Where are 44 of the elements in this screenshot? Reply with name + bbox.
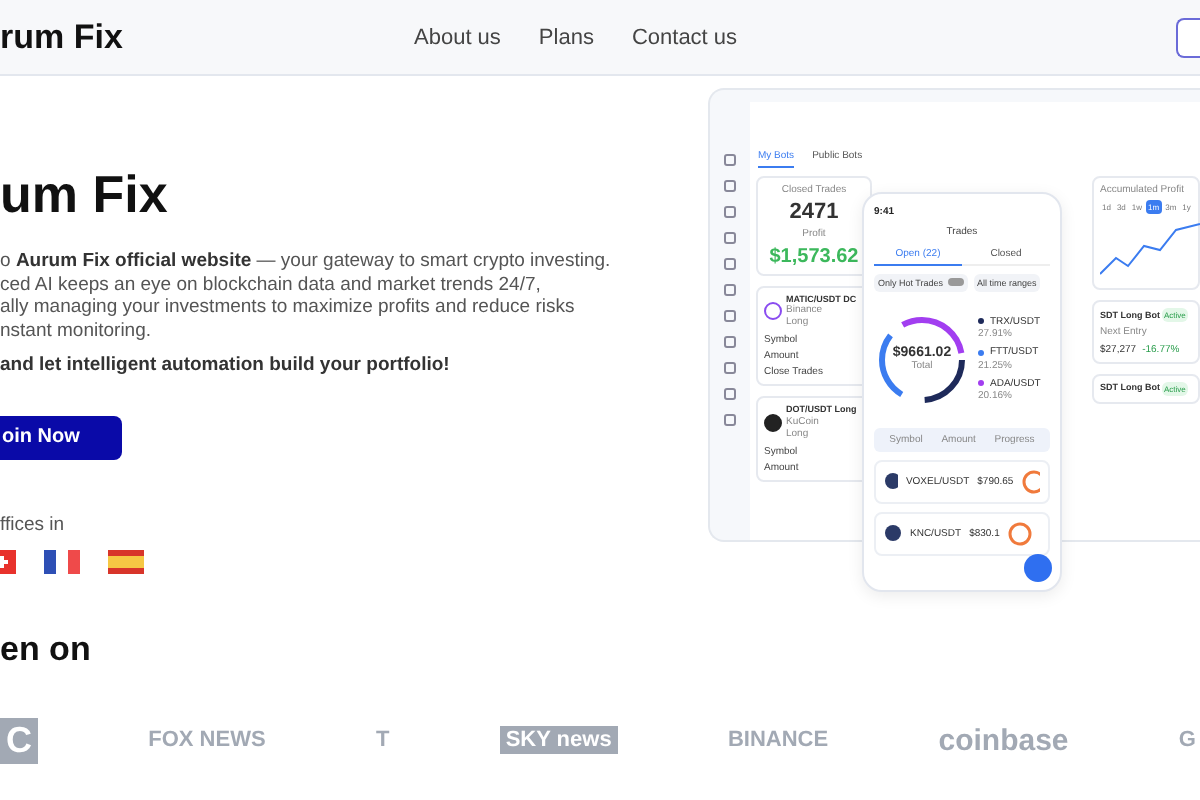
media-logo: BINANCE — [727, 728, 829, 753]
join-button[interactable]: oin Now — [0, 415, 122, 460]
offices-label: ffices in — [0, 513, 67, 536]
header-button[interactable] — [1176, 17, 1200, 57]
sidebar-icon — [724, 336, 736, 348]
sidebar-icon — [724, 414, 736, 426]
media-logo: SKY news — [499, 726, 618, 755]
hero-text: ally managing your investments to maximize profits and reduce risks — [0, 296, 577, 321]
hero-text: ced AI keeps an eye on blockchain data and market trends 24/7, — [0, 273, 543, 297]
spanish-flag-icon — [108, 549, 144, 574]
sidebar-icon — [724, 232, 736, 244]
sidebar-icon — [724, 180, 736, 192]
coin-icon — [764, 413, 782, 432]
coin-icon — [764, 302, 782, 321]
hero-text: o Aurum Fix official website — your gateway to smart crypto investing. — [0, 250, 613, 274]
site-logo: rum Fix — [0, 17, 125, 57]
hero-title: um Fix — [0, 164, 170, 226]
stat-value: $1,573.62 — [769, 245, 859, 267]
sidebar-icon — [724, 284, 736, 296]
coin-icon — [884, 472, 898, 491]
hero-tagline: and let intelligent automation build your portfolio! — [0, 353, 452, 376]
progress-ring — [1021, 469, 1040, 494]
media-logo: G — [1178, 728, 1196, 753]
nav-link[interactable]: About us — [414, 25, 501, 49]
media-logo: T — [375, 728, 390, 753]
sidebar-icon — [724, 310, 736, 322]
media-logo: FOX NEWS — [148, 728, 266, 753]
nav-link[interactable]: Plans — [538, 25, 594, 49]
sidebar-icon — [724, 154, 736, 166]
nav-link[interactable]: Contact us — [631, 25, 738, 49]
stat-value: 2471 — [789, 200, 839, 225]
sidebar-icon — [724, 388, 736, 400]
coin-icon — [884, 524, 902, 543]
media-logo: C — [0, 717, 38, 764]
section-heading: en on — [0, 629, 93, 670]
add-button[interactable] — [1024, 554, 1052, 582]
sidebar-icon — [724, 258, 736, 270]
media-logo: coinbase — [938, 723, 1069, 758]
progress-ring — [1007, 521, 1032, 546]
french-flag-icon — [44, 549, 80, 574]
donut-chart — [874, 311, 970, 407]
sidebar-icon — [724, 206, 736, 218]
sidebar-icon — [724, 362, 736, 374]
hero-text: nstant monitoring. — [0, 320, 154, 344]
